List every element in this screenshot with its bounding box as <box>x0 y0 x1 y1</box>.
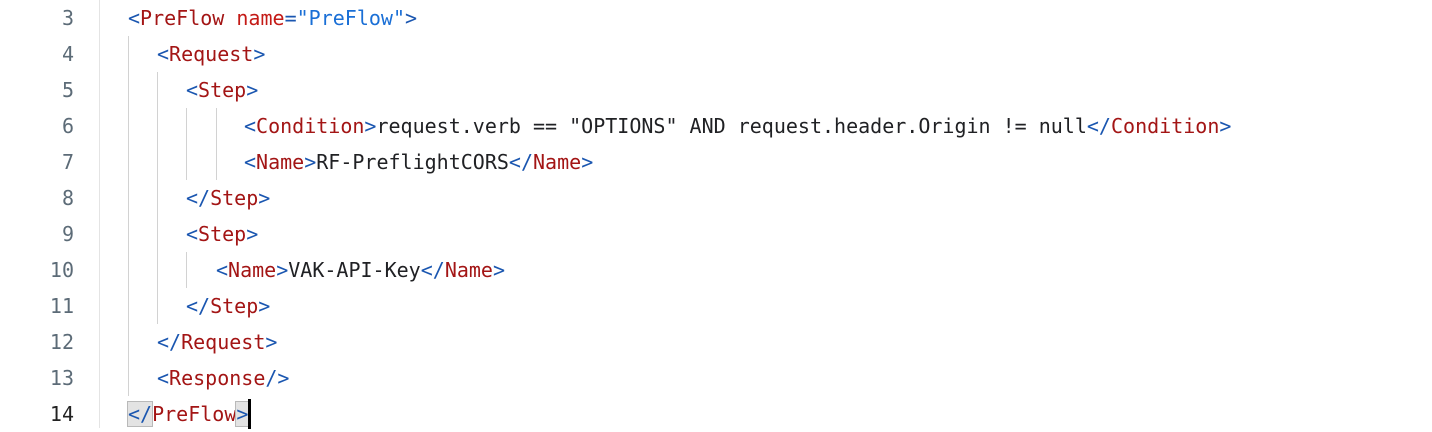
code-token: < <box>244 150 257 174</box>
code-token: Request <box>169 42 254 66</box>
indent-guide <box>216 108 217 180</box>
code-token: > <box>265 330 278 354</box>
text-cursor <box>248 399 251 429</box>
code-editor[interactable]: 3 4 5 6 7 8 9 10 11 12 13 14 <PreFlow name="PreFlow… <box>0 0 1432 429</box>
indent-guide <box>157 72 158 324</box>
code-line[interactable]: </Step> <box>186 288 270 324</box>
indent-guide <box>128 36 129 396</box>
code-token: </ <box>508 150 534 174</box>
code-line[interactable]: <Name>RF-PreflightCORS</Name> <box>244 144 593 180</box>
code-token: > <box>276 258 289 282</box>
code-line[interactable]: </Request> <box>157 324 277 360</box>
code-token: request.verb == "OPTIONS" AND request.he… <box>376 114 1087 138</box>
code-token: </ <box>157 330 182 354</box>
indent-guide <box>186 108 187 180</box>
code-token: </ <box>1086 114 1111 138</box>
code-line[interactable]: <Step> <box>186 216 258 252</box>
code-token: > <box>246 78 259 102</box>
code-token: Name <box>256 150 305 174</box>
line-number: 7 <box>61 150 74 174</box>
code-token: Response <box>169 366 266 390</box>
code-line[interactable]: <Name>VAK-API-Key</Name> <box>216 252 505 288</box>
line-number: 8 <box>61 186 74 210</box>
code-token: > <box>492 258 506 282</box>
code-token: > <box>364 114 377 138</box>
code-token: < <box>157 42 170 66</box>
code-token: < <box>186 222 199 246</box>
code-token: > <box>235 401 250 427</box>
line-number: 14 <box>49 402 74 426</box>
code-token: </ <box>186 294 211 318</box>
code-token: "PreFlow" <box>296 6 405 30</box>
code-token: Name <box>444 258 493 282</box>
indent-guide <box>186 252 187 288</box>
code-token: Step <box>198 78 247 102</box>
code-token: > <box>581 150 594 174</box>
code-token: > <box>1219 114 1232 138</box>
line-number: 9 <box>61 222 74 246</box>
line-number: 4 <box>61 42 74 66</box>
line-number: 12 <box>49 330 74 354</box>
code-token: /> <box>265 366 290 390</box>
code-token: PreFlow <box>140 6 225 30</box>
code-token: Step <box>210 294 259 318</box>
line-number: 10 <box>49 258 74 282</box>
code-token: > <box>253 42 266 66</box>
code-token: < <box>186 78 199 102</box>
line-number: 6 <box>61 114 74 138</box>
line-number-gutter: 3 4 5 6 7 8 9 10 11 12 13 14 <box>0 0 100 428</box>
code-token: < <box>216 258 229 282</box>
code-line[interactable]: </PreFlow> <box>126 396 250 432</box>
code-token: < <box>244 114 257 138</box>
code-token: Step <box>210 186 259 210</box>
code-token: Name <box>533 150 582 174</box>
code-token: Name <box>228 258 277 282</box>
code-token: </ <box>126 401 154 427</box>
code-token: Request <box>181 330 266 354</box>
code-token: RF-PreflightCORS <box>316 150 509 174</box>
line-number: 3 <box>61 6 74 30</box>
code-line[interactable]: <Condition>request.verb == "OPTIONS" AND… <box>244 108 1231 144</box>
line-number: 5 <box>61 78 74 102</box>
code-line[interactable]: <Step> <box>186 72 258 108</box>
code-token: < <box>128 6 141 30</box>
code-line[interactable]: <PreFlow name="PreFlow"> <box>128 0 417 36</box>
code-token: > <box>258 186 271 210</box>
line-number: 13 <box>49 366 74 390</box>
code-line[interactable]: <Response/> <box>157 360 289 396</box>
code-token: </ <box>186 186 211 210</box>
code-token: > <box>404 6 418 30</box>
code-token: name <box>236 6 285 30</box>
code-token: > <box>258 294 271 318</box>
code-token: Condition <box>256 114 365 138</box>
code-token: > <box>304 150 317 174</box>
line-number: 11 <box>49 294 74 318</box>
code-token: Condition <box>1110 114 1220 138</box>
code-token: < <box>157 366 170 390</box>
code-token: PreFlow <box>152 402 237 426</box>
code-token: > <box>246 222 259 246</box>
code-line[interactable]: <Request> <box>157 36 265 72</box>
code-token: Step <box>198 222 247 246</box>
code-token: </ <box>420 258 445 282</box>
code-token: VAK-API-Key <box>288 258 421 282</box>
code-token: = <box>284 6 297 30</box>
code-line[interactable]: </Step> <box>186 180 270 216</box>
